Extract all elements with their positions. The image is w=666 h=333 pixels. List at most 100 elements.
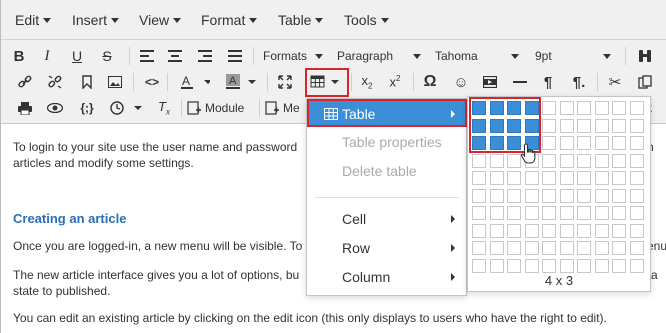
grid-cell[interactable]: [472, 241, 486, 255]
grid-cell[interactable]: [559, 258, 574, 273]
grid-cell[interactable]: [489, 171, 504, 185]
grid-cell[interactable]: [542, 118, 556, 133]
menu-link-button[interactable]: Me: [265, 97, 305, 119]
grid-cell[interactable]: [507, 206, 521, 220]
grid-cell[interactable]: [507, 223, 521, 238]
grid-cell[interactable]: [629, 206, 644, 220]
grid-cell[interactable]: [524, 171, 539, 185]
menu-item-delete-table[interactable]: Delete table: [308, 158, 465, 184]
grid-cell[interactable]: [594, 101, 609, 115]
grid-cell[interactable]: [472, 258, 486, 273]
menu-item-table-properties[interactable]: Table properties: [308, 129, 465, 155]
subscript-button[interactable]: x2: [357, 71, 377, 93]
menu-table[interactable]: Table: [278, 12, 324, 28]
grid-cell[interactable]: [629, 118, 644, 133]
grid-cell[interactable]: [629, 188, 644, 203]
grid-cell[interactable]: [594, 153, 609, 168]
grid-cell[interactable]: [594, 206, 609, 220]
grid-cell[interactable]: [629, 223, 644, 238]
text-color-button[interactable]: A: [177, 71, 213, 93]
print-button[interactable]: [15, 97, 35, 119]
grid-cell[interactable]: [489, 206, 504, 220]
grid-cell[interactable]: [577, 118, 591, 133]
align-left-button[interactable]: [137, 45, 157, 67]
show-blocks-button[interactable]: ¶: [537, 71, 559, 93]
grid-cell[interactable]: [524, 241, 539, 255]
fullscreen-button[interactable]: [275, 71, 295, 93]
grid-cell[interactable]: [489, 258, 504, 273]
italic-button[interactable]: I: [37, 45, 57, 67]
grid-cell[interactable]: [472, 206, 486, 220]
grid-cell[interactable]: [594, 136, 609, 150]
grid-cell[interactable]: [612, 206, 626, 220]
grid-cell[interactable]: [472, 188, 486, 203]
template-button[interactable]: {;}: [75, 97, 99, 119]
grid-cell[interactable]: [542, 171, 556, 185]
grid-cell[interactable]: [594, 241, 609, 255]
grid-cell[interactable]: [577, 171, 591, 185]
grid-cell[interactable]: [594, 188, 609, 203]
grid-cell[interactable]: [559, 153, 574, 168]
grid-cell[interactable]: [612, 118, 626, 133]
grid-cell[interactable]: [629, 258, 644, 273]
grid-cell[interactable]: [577, 241, 591, 255]
grid-cell[interactable]: [542, 241, 556, 255]
grid-cell[interactable]: [524, 206, 539, 220]
grid-cell[interactable]: [542, 136, 556, 150]
grid-cell[interactable]: [612, 241, 626, 255]
background-color-button[interactable]: A: [223, 71, 259, 93]
grid-cell[interactable]: [559, 206, 574, 220]
grid-cell[interactable]: [612, 223, 626, 238]
grid-cell[interactable]: [507, 188, 521, 203]
visual-chars-button[interactable]: ¶.: [567, 71, 591, 93]
emoticons-button[interactable]: ☺: [451, 71, 471, 93]
grid-cell[interactable]: [577, 258, 591, 273]
grid-cell[interactable]: [612, 136, 626, 150]
special-character-button[interactable]: Ω: [419, 71, 441, 93]
strikethrough-button[interactable]: S: [97, 45, 117, 67]
font-size-select[interactable]: 9pt: [535, 45, 615, 67]
menu-item-row[interactable]: Row: [308, 235, 465, 261]
grid-cell[interactable]: [489, 241, 504, 255]
grid-cell[interactable]: [612, 101, 626, 115]
grid-cell[interactable]: [542, 258, 556, 273]
source-code-button[interactable]: <>: [141, 71, 163, 93]
cut-button[interactable]: ✂: [605, 71, 625, 93]
grid-cell[interactable]: [629, 136, 644, 150]
grid-cell[interactable]: [594, 171, 609, 185]
grid-cell[interactable]: [472, 171, 486, 185]
grid-cell[interactable]: [472, 223, 486, 238]
grid-cell[interactable]: [559, 171, 574, 185]
grid-cell[interactable]: [559, 118, 574, 133]
grid-cell[interactable]: [577, 101, 591, 115]
menu-insert[interactable]: Insert: [72, 12, 120, 28]
align-center-button[interactable]: [165, 45, 185, 67]
grid-cell[interactable]: [594, 258, 609, 273]
grid-cell[interactable]: [612, 258, 626, 273]
grid-cell[interactable]: [612, 171, 626, 185]
grid-cell[interactable]: [507, 171, 521, 185]
insert-datetime-button[interactable]: [107, 97, 147, 119]
horizontal-rule-button[interactable]: [509, 71, 531, 93]
grid-cell[interactable]: [577, 206, 591, 220]
grid-cell[interactable]: [489, 223, 504, 238]
menu-view[interactable]: View: [139, 12, 182, 28]
media-button[interactable]: [479, 71, 501, 93]
unlink-button[interactable]: [45, 71, 65, 93]
bold-button[interactable]: B: [9, 45, 29, 67]
grid-cell[interactable]: [559, 101, 574, 115]
insert-image-button[interactable]: [105, 71, 125, 93]
grid-cell[interactable]: [489, 153, 504, 168]
grid-cell[interactable]: [577, 153, 591, 168]
grid-cell[interactable]: [472, 153, 486, 168]
menu-edit[interactable]: Edit: [15, 12, 52, 28]
grid-cell[interactable]: [524, 258, 539, 273]
find-button[interactable]: [635, 45, 655, 67]
grid-cell[interactable]: [577, 136, 591, 150]
grid-cell[interactable]: [629, 241, 644, 255]
grid-cell[interactable]: [542, 101, 556, 115]
menu-item-column[interactable]: Column: [308, 264, 465, 290]
grid-cell[interactable]: [594, 223, 609, 238]
grid-cell[interactable]: [629, 171, 644, 185]
block-format-select[interactable]: Paragraph: [337, 45, 425, 67]
